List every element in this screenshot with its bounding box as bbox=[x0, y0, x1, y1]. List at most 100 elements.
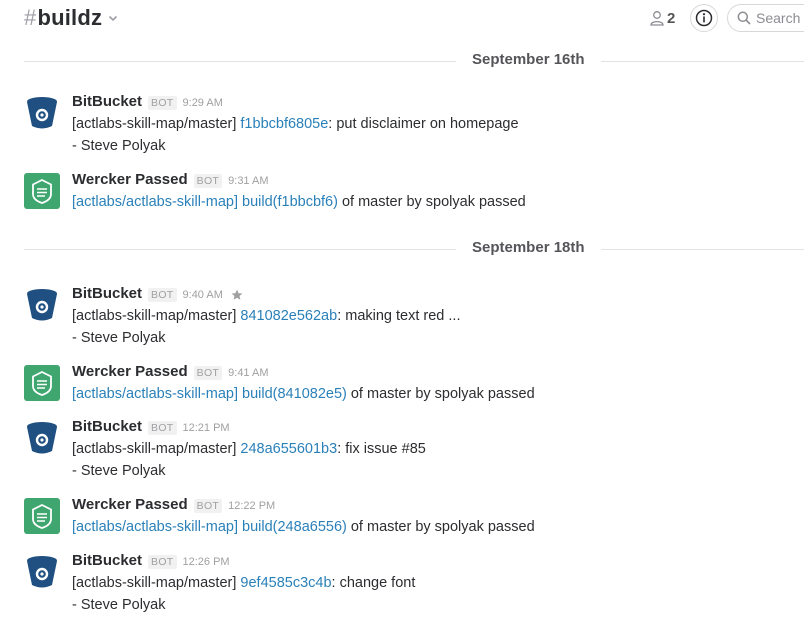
message-header: BitBucket BOT 12:21 PM bbox=[72, 418, 784, 438]
divider-line bbox=[24, 61, 804, 62]
message-body: BitBucket BOT 12:26 PM [actlabs-skill-ma… bbox=[72, 552, 784, 616]
message-body: BitBucket BOT 9:40 AM [actlabs-skill-map… bbox=[72, 285, 784, 349]
sender-name[interactable]: BitBucket bbox=[72, 93, 142, 110]
timestamp[interactable]: 12:26 PM bbox=[183, 556, 230, 568]
bitbucket-avatar-icon[interactable] bbox=[24, 95, 60, 131]
text-suffix: of master by spolyak passed bbox=[337, 194, 526, 210]
channel-name-text: buildz bbox=[37, 5, 103, 30]
sender-name[interactable]: BitBucket bbox=[72, 285, 142, 302]
text-suffix: : making text red ... bbox=[337, 308, 461, 324]
day-divider-label: September 16th bbox=[456, 51, 601, 68]
sender-name[interactable]: BitBucket bbox=[72, 418, 142, 435]
message: Wercker Passed BOT 12:22 PM [actlabs/act… bbox=[24, 496, 784, 540]
wercker-avatar-icon[interactable] bbox=[24, 498, 60, 534]
search-input[interactable]: Search bbox=[727, 4, 804, 32]
message-body: BitBucket BOT 12:21 PM [actlabs-skill-ma… bbox=[72, 418, 784, 482]
build-link[interactable]: build(f1bbcbf6) bbox=[242, 194, 338, 210]
text-prefix: [actlabs-skill-map/master] bbox=[72, 116, 241, 132]
search-placeholder: Search bbox=[756, 10, 801, 26]
message-text: [actlabs/actlabs-skill-map] build(248a65… bbox=[72, 516, 784, 538]
text-suffix: of master by spolyak passed bbox=[346, 386, 535, 402]
message-header: BitBucket BOT 9:29 AM bbox=[72, 93, 784, 113]
search-icon bbox=[737, 11, 751, 25]
repo-link[interactable]: [actlabs/actlabs-skill-map] bbox=[72, 386, 238, 402]
message: Wercker Passed BOT 9:31 AM [actlabs/actl… bbox=[24, 171, 784, 215]
sender-name[interactable]: BitBucket bbox=[72, 552, 142, 569]
bitbucket-avatar-icon[interactable] bbox=[24, 420, 60, 456]
bot-badge: BOT bbox=[148, 555, 177, 569]
channel-info-button[interactable] bbox=[690, 4, 718, 32]
bot-badge: BOT bbox=[148, 288, 177, 302]
wercker-avatar-icon[interactable] bbox=[24, 365, 60, 401]
message-body: BitBucket BOT 9:29 AM [actlabs-skill-map… bbox=[72, 93, 784, 157]
commit-link[interactable]: 9ef4585c3c4b bbox=[240, 575, 331, 591]
message-author-line: - Steve Polyak bbox=[72, 463, 166, 479]
bot-badge: BOT bbox=[148, 96, 177, 110]
repo-link[interactable]: [actlabs/actlabs-skill-map] bbox=[72, 194, 238, 210]
message-body: Wercker Passed BOT 9:31 AM [actlabs/actl… bbox=[72, 171, 784, 213]
message-author-line: - Steve Polyak bbox=[72, 138, 166, 154]
bot-badge: BOT bbox=[193, 366, 223, 380]
build-link[interactable]: build(841082e5) bbox=[242, 386, 347, 402]
message-text: [actlabs-skill-map/master] 841082e562ab:… bbox=[72, 305, 784, 327]
info-icon bbox=[695, 9, 713, 27]
day-divider: September 18th bbox=[24, 239, 804, 259]
sender-name[interactable]: Wercker Passed bbox=[72, 363, 188, 380]
message-text: [actlabs-skill-map/master] 9ef4585c3c4b:… bbox=[72, 572, 784, 594]
star-icon[interactable] bbox=[231, 289, 243, 301]
member-count-button[interactable]: 2 bbox=[650, 8, 675, 28]
bot-badge: BOT bbox=[193, 174, 223, 188]
member-count: 2 bbox=[667, 9, 676, 27]
timestamp[interactable]: 9:31 AM bbox=[228, 175, 268, 187]
message: BitBucket BOT 9:29 AM [actlabs-skill-map… bbox=[24, 93, 784, 157]
text-suffix: : put disclaimer on homepage bbox=[328, 116, 519, 132]
message-header: Wercker Passed BOT 9:31 AM bbox=[72, 171, 784, 191]
channel-header: #buildz 2 Search bbox=[0, 0, 804, 38]
divider-line bbox=[24, 249, 804, 250]
channel-name[interactable]: #buildz bbox=[24, 5, 102, 31]
bot-badge: BOT bbox=[193, 499, 223, 513]
channel-hash: # bbox=[24, 5, 37, 30]
message-header: BitBucket BOT 9:40 AM bbox=[72, 285, 784, 305]
bitbucket-avatar-icon[interactable] bbox=[24, 554, 60, 590]
text-suffix: : change font bbox=[331, 575, 416, 591]
wercker-avatar-icon[interactable] bbox=[24, 173, 60, 209]
message-text: [actlabs-skill-map/master] 248a655601b3:… bbox=[72, 438, 784, 460]
message-body: Wercker Passed BOT 9:41 AM [actlabs/actl… bbox=[72, 363, 784, 405]
sender-name[interactable]: Wercker Passed bbox=[72, 496, 188, 513]
message-text: [actlabs/actlabs-skill-map] build(841082… bbox=[72, 383, 784, 405]
message: Wercker Passed BOT 9:41 AM [actlabs/actl… bbox=[24, 363, 784, 407]
timestamp[interactable]: 9:40 AM bbox=[183, 289, 223, 301]
message: BitBucket BOT 12:21 PM [actlabs-skill-ma… bbox=[24, 418, 784, 482]
message-author-line: - Steve Polyak bbox=[72, 597, 166, 613]
message-header: Wercker Passed BOT 9:41 AM bbox=[72, 363, 784, 383]
sender-name[interactable]: Wercker Passed bbox=[72, 171, 188, 188]
chevron-down-icon[interactable] bbox=[107, 12, 119, 24]
text-suffix: : fix issue #85 bbox=[337, 441, 426, 457]
text-prefix: [actlabs-skill-map/master] bbox=[72, 308, 241, 324]
timestamp[interactable]: 12:22 PM bbox=[228, 500, 275, 512]
message-header: BitBucket BOT 12:26 PM bbox=[72, 552, 784, 572]
repo-link[interactable]: [actlabs/actlabs-skill-map] bbox=[72, 519, 238, 535]
timestamp[interactable]: 9:41 AM bbox=[228, 367, 268, 379]
message-header: Wercker Passed BOT 12:22 PM bbox=[72, 496, 784, 516]
bitbucket-avatar-icon[interactable] bbox=[24, 287, 60, 323]
text-suffix: of master by spolyak passed bbox=[346, 519, 535, 535]
text-prefix: [actlabs-skill-map/master] bbox=[72, 441, 241, 457]
commit-link[interactable]: 841082e562ab bbox=[240, 308, 337, 324]
timestamp[interactable]: 12:21 PM bbox=[183, 422, 230, 434]
message-author-line: - Steve Polyak bbox=[72, 330, 166, 346]
text-prefix: [actlabs-skill-map/master] bbox=[72, 575, 241, 591]
message-text: [actlabs-skill-map/master] f1bbcbf6805e:… bbox=[72, 113, 784, 135]
bot-badge: BOT bbox=[148, 421, 177, 435]
commit-link[interactable]: f1bbcbf6805e bbox=[240, 116, 328, 132]
message-body: Wercker Passed BOT 12:22 PM [actlabs/act… bbox=[72, 496, 784, 538]
commit-link[interactable]: 248a655601b3 bbox=[240, 441, 337, 457]
message-text: [actlabs/actlabs-skill-map] build(f1bbcb… bbox=[72, 191, 784, 213]
day-divider-label: September 18th bbox=[456, 239, 601, 256]
build-link[interactable]: build(248a6556) bbox=[242, 519, 347, 535]
message: BitBucket BOT 12:26 PM [actlabs-skill-ma… bbox=[24, 552, 784, 616]
timestamp[interactable]: 9:29 AM bbox=[183, 97, 223, 109]
message: BitBucket BOT 9:40 AM [actlabs-skill-map… bbox=[24, 285, 784, 349]
person-icon bbox=[650, 11, 664, 26]
